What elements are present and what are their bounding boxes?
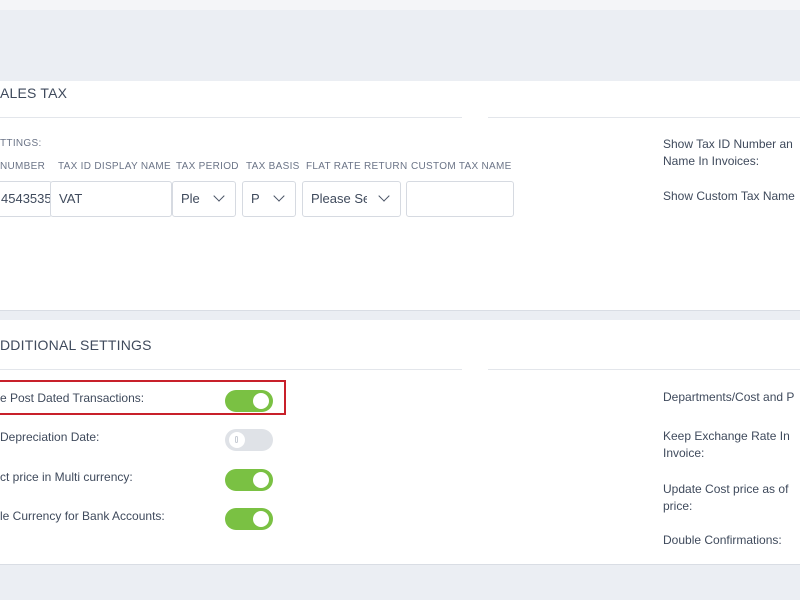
sales-tax-divider-right: [488, 117, 800, 118]
sales-tax-panel: ALES TAX TTINGS: NUMBER TAX ID DISPLAY N…: [0, 81, 800, 311]
additional-divider-left: [0, 369, 462, 370]
custom-tax-name-input[interactable]: [406, 181, 514, 217]
additional-settings-panel: DDITIONAL SETTINGS e Post Dated Transact…: [0, 320, 800, 565]
update-cost-label: Update Cost price as of price:: [663, 481, 788, 515]
chevron-down-icon: [378, 190, 390, 202]
show-tax-id-label-line2: Name In Invoices:: [663, 154, 760, 168]
chevron-down-icon: [273, 190, 285, 202]
tax-basis-value: P: [251, 191, 260, 206]
update-cost-line2: price:: [663, 499, 693, 513]
setting-label-depreciation: Depreciation Date:: [0, 430, 100, 444]
highlight-box: [0, 380, 286, 415]
show-tax-id-label-line1: Show Tax ID Number an: [663, 137, 793, 151]
show-custom-tax-label: Show Custom Tax Name: [663, 189, 795, 203]
show-tax-id-label: Show Tax ID Number an Name In Invoices:: [663, 136, 793, 170]
flat-rate-return-value: Please Se: [311, 191, 367, 206]
keep-exchange-rate-line1: Keep Exchange Rate In: [663, 429, 790, 443]
multi-currency-price-toggle[interactable]: [225, 469, 273, 491]
setting-label-multi-currency-price: ct price in Multi currency:: [0, 470, 133, 484]
double-confirmations-label: Double Confirmations:: [663, 533, 782, 547]
setting-label-bank-currency: le Currency for Bank Accounts:: [0, 509, 165, 523]
col-tax-number: NUMBER: [0, 161, 46, 172]
tax-display-name-input[interactable]: VAT: [50, 181, 172, 217]
flat-rate-return-select[interactable]: Please Se: [302, 181, 401, 217]
top-strip: [0, 0, 800, 10]
tax-number-input[interactable]: 4543535: [0, 181, 52, 217]
update-cost-line1: Update Cost price as of: [663, 482, 789, 496]
sales-tax-divider-left: [0, 117, 462, 118]
keep-exchange-rate-label: Keep Exchange Rate In Invoice:: [663, 428, 790, 462]
tax-period-select[interactable]: Ple: [172, 181, 236, 217]
toggle-knob: [229, 432, 245, 448]
col-tax-period: TAX PERIOD: [176, 161, 239, 172]
col-tax-basis: TAX BASIS: [246, 161, 300, 172]
toggle-knob: [253, 511, 269, 527]
tax-period-value: Ple: [181, 191, 200, 206]
col-custom-tax-name: CUSTOM TAX NAME: [411, 161, 512, 172]
additional-divider-right: [488, 369, 800, 370]
bank-currency-toggle[interactable]: [225, 508, 273, 530]
additional-settings-title: DDITIONAL SETTINGS: [0, 337, 152, 353]
toggle-knob: [253, 472, 269, 488]
departments-label: Departments/Cost and P: [663, 390, 795, 404]
keep-exchange-rate-line2: Invoice:: [663, 446, 705, 460]
chevron-down-icon: [213, 190, 225, 202]
sales-tax-title: ALES TAX: [0, 85, 68, 101]
tax-basis-select[interactable]: P: [242, 181, 296, 217]
col-flat-rate-return: FLAT RATE RETURN: [306, 161, 408, 172]
depreciation-date-toggle[interactable]: [225, 429, 273, 451]
col-display-name: TAX ID DISPLAY NAME: [58, 161, 171, 172]
settings-label: TTINGS:: [0, 138, 42, 149]
